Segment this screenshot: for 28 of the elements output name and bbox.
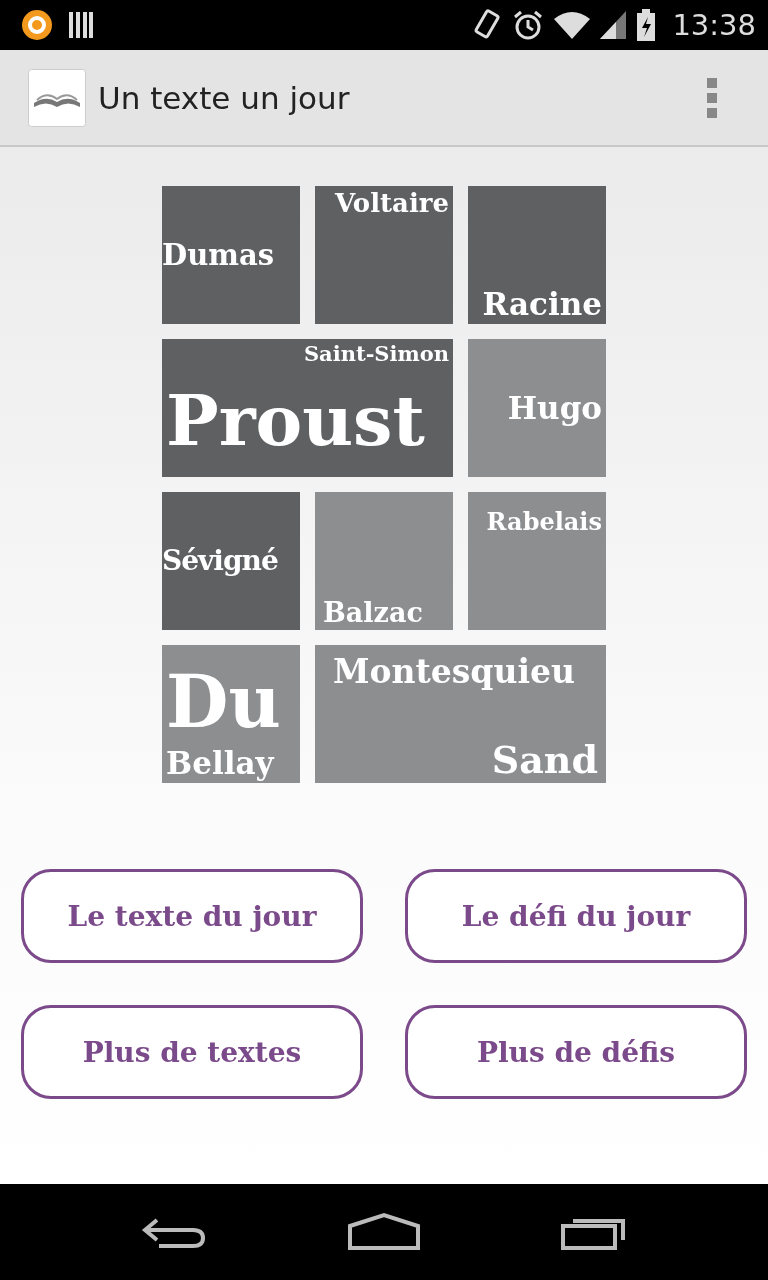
author-name: Montesquieu: [333, 655, 575, 688]
author-name: Dumas: [162, 240, 275, 270]
author-name: Saint-Simon: [303, 343, 449, 364]
signal-icon: [600, 11, 627, 39]
battery-icon: [636, 9, 657, 41]
overflow-menu-icon[interactable]: [706, 77, 718, 118]
author-name: Bellay: [166, 748, 276, 779]
author-name: Voltaire: [335, 190, 449, 216]
clock-time: 13:38: [672, 8, 756, 42]
alarm-icon: [512, 9, 545, 41]
author-name: Rabelais: [486, 510, 602, 534]
author-name: Sand: [491, 741, 598, 779]
wifi-icon: [554, 11, 591, 39]
author-name: Racine: [482, 289, 602, 320]
app-title: Un texte un jour: [98, 79, 351, 116]
open-book-icon[interactable]: [28, 68, 86, 127]
barcode-icon: [68, 10, 94, 40]
author-name: Proust: [166, 386, 425, 456]
menu-button[interactable]: Plus de défis: [405, 1005, 747, 1099]
author-name: Du: [166, 666, 282, 738]
home-icon[interactable]: [347, 1212, 421, 1252]
author-name: Sévigné: [162, 547, 279, 575]
author-name: Balzac: [323, 599, 424, 626]
menu-button[interactable]: Le texte du jour: [21, 869, 363, 963]
menu-button[interactable]: Le défi du jour: [405, 869, 747, 963]
menu-button[interactable]: Plus de textes: [21, 1005, 363, 1099]
app-notification-icon: [20, 8, 54, 42]
author-name: Hugo: [507, 392, 602, 424]
